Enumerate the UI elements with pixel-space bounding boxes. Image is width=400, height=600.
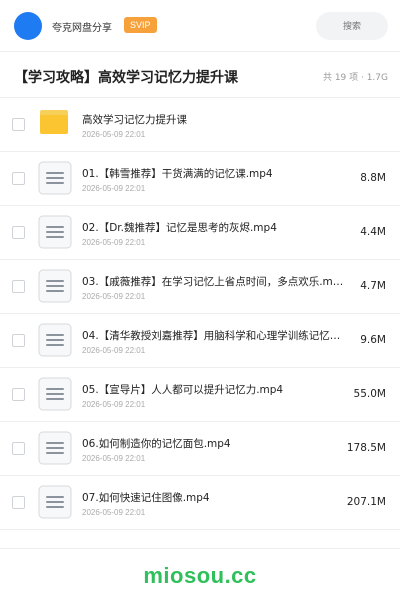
item-checkbox[interactable] (12, 442, 25, 455)
list-item[interactable]: 03.【戚薇推荐】在学习记忆上省点时间，多点欢乐.mp4 2026-05-09 … (0, 260, 400, 314)
item-size: 207.1M (346, 496, 386, 508)
list-item[interactable]: 04.【清华教授刘嘉推荐】用脑科学和心理学训练记忆力.mp4 2026-05-0… (0, 314, 400, 368)
item-date: 2026-05-09 22:01 (82, 346, 146, 355)
item-checkbox[interactable] (12, 334, 25, 347)
item-date: 2026-05-09 22:01 (82, 454, 146, 463)
list-item[interactable]: 06.如何制造你的记忆面包.mp4 2026-05-09 22:01 178.5… (0, 422, 400, 476)
item-name: 02.【Dr.魏推荐】记忆是思考的灰烬.mp4 (82, 222, 277, 234)
item-date: 2026-05-09 22:01 (82, 238, 146, 247)
document-icon (38, 215, 72, 249)
document-icon (38, 323, 72, 357)
item-date: 2026-05-09 22:01 (82, 292, 146, 301)
folder-icon (40, 110, 68, 134)
file-list: 高效学习记忆力提升课 2026-05-09 22:01 01.【韩雪推荐】干货满… (0, 98, 400, 530)
item-checkbox[interactable] (12, 496, 25, 509)
item-name: 04.【清华教授刘嘉推荐】用脑科学和心理学训练记忆力.mp4 (82, 330, 344, 342)
sharer-name[interactable]: 夸克网盘分享 (52, 19, 112, 34)
item-name: 06.如何制造你的记忆面包.mp4 (82, 438, 231, 450)
footer: miosou.cc (0, 548, 400, 600)
list-item[interactable]: 05.【宣导片】人人都可以提升记忆力.mp4 2026-05-09 22:01 … (0, 368, 400, 422)
list-item[interactable]: 07.如何快速记住图像.mp4 2026-05-09 22:01 207.1M (0, 476, 400, 530)
item-date: 2026-05-09 22:01 (82, 184, 146, 193)
item-checkbox[interactable] (12, 118, 25, 131)
item-name: 05.【宣导片】人人都可以提升记忆力.mp4 (82, 384, 284, 396)
item-size: 55.0M (353, 388, 386, 400)
document-icon (38, 377, 72, 411)
item-date: 2026-05-09 22:01 (82, 508, 146, 517)
share-title-row: 【学习攻略】高效学习记忆力提升课 共 19 项 · 1.7G (0, 52, 400, 98)
item-size: 178.5M (346, 442, 386, 454)
item-size: 8.8M (360, 172, 386, 184)
item-date: 2026-05-09 22:01 (82, 130, 146, 139)
item-checkbox[interactable] (12, 172, 25, 185)
search-input[interactable] (316, 12, 388, 40)
item-size: 9.6M (360, 334, 386, 346)
document-icon (38, 431, 72, 465)
document-icon (38, 269, 72, 303)
item-name: 03.【戚薇推荐】在学习记忆上省点时间，多点欢乐.mp4 (82, 276, 344, 288)
item-name: 07.如何快速记住图像.mp4 (82, 492, 210, 504)
share-meta: 共 19 项 · 1.7G (322, 73, 388, 83)
item-checkbox[interactable] (12, 280, 25, 293)
top-bar: 夸克网盘分享 SVIP (0, 0, 400, 52)
page-title: 【学习攻略】高效学习记忆力提升课 (14, 70, 238, 86)
watermark: miosou.cc (143, 563, 257, 588)
svip-badge: SVIP (124, 17, 157, 33)
document-icon (38, 485, 72, 519)
item-size: 4.7M (360, 280, 386, 292)
list-item[interactable]: 02.【Dr.魏推荐】记忆是思考的灰烬.mp4 2026-05-09 22:01… (0, 206, 400, 260)
item-name: 高效学习记忆力提升课 (82, 114, 187, 126)
item-checkbox[interactable] (12, 388, 25, 401)
item-date: 2026-05-09 22:01 (82, 400, 146, 409)
item-size: 4.4M (360, 226, 386, 238)
list-item-folder[interactable]: 高效学习记忆力提升课 2026-05-09 22:01 (0, 98, 400, 152)
avatar[interactable] (14, 12, 42, 40)
list-item[interactable]: 01.【韩雪推荐】干货满满的记忆课.mp4 2026-05-09 22:01 8… (0, 152, 400, 206)
item-checkbox[interactable] (12, 226, 25, 239)
item-name: 01.【韩雪推荐】干货满满的记忆课.mp4 (82, 168, 273, 180)
document-icon (38, 161, 72, 195)
